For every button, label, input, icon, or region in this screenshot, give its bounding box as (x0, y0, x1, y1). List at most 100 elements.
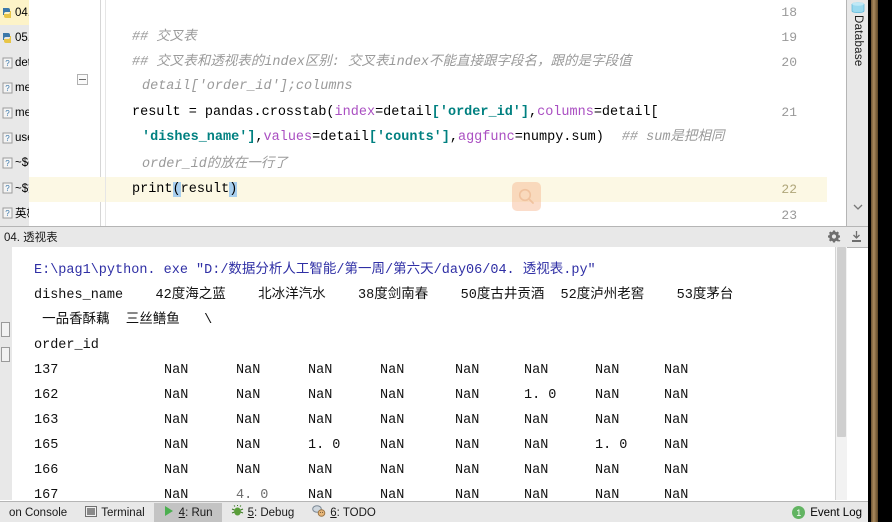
unknown-file-icon: ? (2, 157, 13, 169)
project-file-item[interactable]: ? 英雄 (0, 200, 29, 225)
console-index-name: order_id (34, 338, 99, 353)
console-vertical-scrollbar[interactable] (835, 247, 847, 500)
console-cell: NaN (455, 388, 480, 403)
console-scroll-thumb[interactable] (837, 247, 846, 437)
code-token-close-paren: ) (229, 182, 238, 197)
project-file-item[interactable]: 04. (0, 0, 29, 25)
svg-text:?: ? (5, 134, 10, 143)
code-line-22: print(result) (132, 177, 238, 202)
svg-text:?: ? (5, 59, 10, 68)
code-token-counts-string: ['counts'] (368, 130, 450, 145)
console-cell: 1. 0 (308, 438, 341, 453)
status-item-debug[interactable]: 5: Debug (222, 503, 304, 522)
event-log-label[interactable]: Event Log (810, 507, 862, 519)
unknown-file-icon: ? (2, 82, 13, 94)
console-cell: NaN (236, 438, 261, 453)
code-comment-line-20b: detail['order_id'];columns (142, 79, 353, 94)
console-cell: NaN (455, 463, 480, 478)
console-cell: NaN (524, 363, 549, 378)
search-icon[interactable] (512, 182, 541, 211)
project-file-label: det (15, 56, 29, 69)
unknown-file-icon: ? (2, 207, 13, 219)
console-cell: NaN (236, 388, 261, 403)
code-token-assign: result = pandas.crosstab( (132, 105, 335, 120)
code-line-21: result = pandas.crosstab(index=detail['o… (132, 100, 659, 125)
database-icon (851, 2, 865, 14)
code-token-detail2: =detail[ (593, 105, 659, 120)
console-cell: NaN (524, 463, 549, 478)
debug-icon (231, 505, 244, 520)
project-file-item[interactable]: ? use (0, 125, 29, 150)
status-item-label: 4: Run (179, 507, 213, 519)
code-line-21b: 'dishes_name'],values=detail['counts'],a… (142, 125, 724, 150)
editor-gutter[interactable] (29, 0, 101, 226)
code-token-detail: =detail (375, 105, 432, 120)
project-file-item[interactable]: ? mea (0, 75, 29, 100)
console-cell: NaN (380, 438, 405, 453)
console-cell: NaN (455, 488, 480, 500)
status-item-python-console[interactable]: on Console (0, 503, 76, 522)
console-cell: NaN (595, 488, 620, 500)
project-file-label: ~$c (15, 156, 29, 169)
code-editor[interactable]: 18 19 20 21 22 23 ## 交叉表 ## 交叉表和透视表的inde… (29, 0, 827, 226)
console-cell: NaN (308, 363, 333, 378)
code-token-dishes-name-string: 'dishes_name'] (142, 130, 256, 145)
code-token-numpy-sum: =numpy.sum) (514, 130, 604, 145)
code-token-comma2: , (255, 130, 264, 145)
status-item-todo[interactable]: 6: TODO (303, 503, 385, 522)
console-cell: NaN (164, 438, 189, 453)
code-token-detail3: =detail (312, 130, 369, 145)
gear-dropdown-icon[interactable] (827, 229, 842, 244)
run-side-button[interactable] (1, 322, 10, 337)
console-cell: NaN (664, 438, 689, 453)
status-item-run[interactable]: 4: Run (153, 503, 222, 522)
code-token-comma: , (529, 105, 538, 120)
console-cell: NaN (308, 488, 333, 500)
console-cell: NaN (164, 463, 189, 478)
pycharm-window: 04. 05. ? det ? mea ? mea (0, 0, 892, 522)
console-command-line: E:\pag1\python. exe ″D:/数据分析人工智能/第一周/第六天… (34, 263, 596, 278)
project-file-item[interactable]: ? det (0, 50, 29, 75)
console-row-index: 162 (34, 388, 59, 403)
project-file-item[interactable]: ? mea (0, 100, 29, 125)
code-token-values-kwarg: values (263, 130, 313, 145)
status-item-label: 5: Debug (248, 507, 295, 519)
console-cell: NaN (164, 388, 189, 403)
window-edge-gradient (871, 0, 878, 522)
console-row-index: 167 (34, 488, 59, 500)
code-fold-toggle[interactable] (77, 74, 88, 85)
status-item-label: 6: TODO (330, 507, 376, 519)
console-output[interactable]: E:\pag1\python. exe ″D:/数据分析人工智能/第一周/第六天… (12, 247, 835, 500)
collapse-icon[interactable] (849, 229, 864, 244)
console-cell: NaN (595, 363, 620, 378)
status-item-terminal[interactable]: Terminal (76, 503, 153, 522)
run-side-button[interactable] (1, 347, 10, 362)
console-cell: NaN (236, 413, 261, 428)
run-tab-label[interactable]: 04. 透视表 (0, 229, 58, 245)
code-text-area[interactable]: ## 交叉表 ## 交叉表和透视表的index区别: 交叉表index不能直接跟… (100, 0, 827, 226)
status-item-label: Terminal (101, 506, 145, 519)
svg-text:?: ? (5, 209, 10, 218)
console-cell: NaN (595, 463, 620, 478)
code-token-index-kwarg: index (334, 105, 376, 120)
unknown-file-icon: ? (2, 57, 13, 69)
console-cell: NaN (664, 488, 689, 500)
project-file-item[interactable]: ? ~$c (0, 150, 29, 175)
console-row-index: 137 (34, 363, 59, 378)
window-right-edge (868, 0, 892, 522)
todo-icon (312, 505, 326, 520)
console-row-index: 166 (34, 463, 59, 478)
project-file-label: ~$数 (15, 182, 29, 195)
console-row-index: 165 (34, 438, 59, 453)
project-file-item[interactable]: 05. (0, 25, 29, 50)
tab-database[interactable]: Database (847, 0, 869, 122)
console-cell: NaN (164, 413, 189, 428)
chevron-down-icon[interactable] (851, 200, 865, 214)
code-comment-line-20: ## 交叉表和透视表的index区别: 交叉表index不能直接跟字段名，跟的是… (132, 55, 632, 70)
console-cell: NaN (308, 413, 333, 428)
console-cell: NaN (308, 463, 333, 478)
console-cell: NaN (524, 413, 549, 428)
run-window-header-actions (827, 229, 864, 244)
console-header-row-2: 一品香酥藕 三丝鳝鱼 \ (34, 313, 213, 328)
project-file-item[interactable]: ? ~$数 (0, 175, 29, 200)
